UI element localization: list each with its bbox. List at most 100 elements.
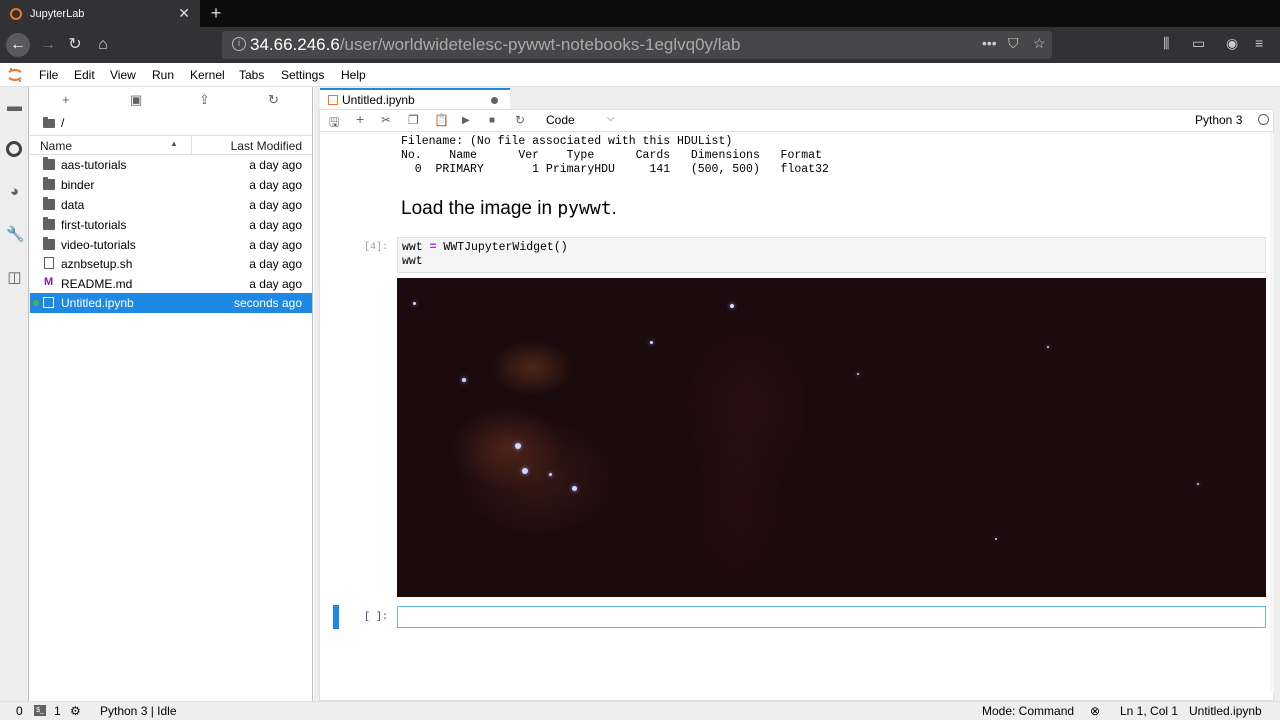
menu-run[interactable]: Run [152, 68, 174, 82]
jupyter-favicon-icon [10, 7, 22, 20]
star [995, 538, 997, 540]
run-icon[interactable]: ▶ [462, 115, 470, 126]
stop-icon[interactable]: ■ [489, 115, 495, 126]
running-sessions-icon[interactable] [6, 141, 22, 157]
input-prompt: [4]: [364, 242, 389, 253]
breadcrumb[interactable]: / [43, 116, 64, 130]
sort-ascending-icon: ▲ [170, 139, 178, 148]
file-row-untitled-notebook[interactable]: Untitled.ipynb seconds ago [30, 293, 312, 313]
menu-kernel[interactable]: Kernel [190, 68, 225, 82]
browser-tab[interactable]: JupyterLab ✕ [0, 0, 200, 27]
file-modified: a day ago [249, 277, 302, 291]
file-row-data[interactable]: data a day ago [30, 195, 312, 215]
star [1197, 483, 1199, 485]
notebook-scrollbar[interactable] [1270, 133, 1274, 693]
palette-icon[interactable]: ◕ [6, 183, 23, 200]
file-row-aznbsetup[interactable]: aznbsetup.sh a day ago [30, 254, 312, 274]
column-header-last-modified[interactable]: Last Modified [231, 139, 302, 153]
browser-tab-title: JupyterLab [30, 7, 85, 20]
star [549, 473, 552, 476]
tab-untitled-notebook[interactable]: Untitled.ipynb [320, 88, 510, 109]
kernel-status-text[interactable]: Python 3 | Idle [100, 704, 177, 718]
new-launcher-icon[interactable]: + [62, 92, 70, 107]
url-bar[interactable]: 34.66.246.6/user/worldwidetelesc-pywwt-n… [222, 31, 1052, 59]
forward-button[interactable]: → [36, 33, 60, 57]
bug-icon[interactable]: ⊗ [1090, 704, 1100, 718]
file-row-first-tutorials[interactable]: first-tutorials a day ago [30, 215, 312, 235]
file-row-readme[interactable]: M README.md a day ago [30, 274, 312, 294]
close-icon[interactable]: ✕ [178, 5, 190, 22]
sidebar-icon[interactable]: ▭ [1192, 35, 1205, 52]
star [515, 443, 521, 449]
output-line: 0 PRIMARY 1 PrimaryHDU 141 (500, 500) fl… [401, 163, 829, 176]
code-line-1: wwt = WWTJupyterWidget() [402, 241, 568, 255]
file-modified: a day ago [249, 238, 302, 252]
home-button[interactable]: ⌂ [91, 33, 115, 57]
hamburger-menu-icon[interactable]: ≡ [1255, 35, 1263, 51]
left-sidebar-tabs [0, 87, 29, 701]
folder-icon [43, 117, 55, 128]
heading-text: Load the image in [401, 198, 558, 219]
terminal-icon[interactable]: $_ [34, 705, 46, 716]
paste-icon[interactable]: 📋 [434, 113, 449, 127]
markdown-heading: Load the image in pywwt. [401, 198, 617, 220]
cut-icon[interactable]: ✂ [381, 113, 391, 127]
file-row-binder[interactable]: binder a day ago [30, 175, 312, 195]
chevron-down-icon[interactable]: ⌵ [607, 113, 615, 124]
upload-icon[interactable]: ⇪ [199, 92, 210, 108]
save-icon[interactable]: 🖫 [329, 113, 339, 134]
menu-view[interactable]: View [110, 68, 136, 82]
folder-icon [43, 177, 55, 190]
library-icon[interactable]: ⫼ [1163, 35, 1169, 52]
notebook-icon [43, 297, 54, 308]
file-modified: a day ago [249, 198, 302, 212]
tabs-icon[interactable]: ◫ [6, 268, 23, 286]
folder-icon [43, 217, 55, 230]
reload-button[interactable]: ↻ [63, 33, 87, 57]
back-button[interactable]: ← [6, 33, 30, 57]
unsaved-dot-icon[interactable] [491, 97, 498, 104]
gear-icon[interactable]: ⚙ [70, 704, 81, 718]
file-list-header: Name ▲ Last Modified [30, 135, 312, 155]
code-text[interactable]: wwt = WWTJupyterWidget() wwt [402, 241, 568, 269]
new-tab-button[interactable]: + [205, 2, 227, 24]
code-cell-editor[interactable] [397, 606, 1266, 628]
terminal-count[interactable]: 0 [16, 704, 23, 718]
code-token: wwt [402, 241, 430, 254]
menu-file[interactable]: File [39, 68, 58, 82]
pocket-icon[interactable]: ⛉ [1008, 35, 1019, 52]
file-icon [44, 257, 54, 269]
new-folder-icon[interactable]: ▣ [130, 92, 142, 108]
insert-cell-icon[interactable]: + [356, 111, 364, 127]
file-row-aas-tutorials[interactable]: aas-tutorials a day ago [30, 155, 312, 175]
cursor-position[interactable]: Ln 1, Col 1 [1120, 704, 1178, 718]
folder-icon[interactable]: ▬ [6, 98, 23, 115]
refresh-icon[interactable]: ↻ [268, 92, 279, 108]
more-icon[interactable]: ••• [982, 35, 997, 51]
star [462, 378, 466, 382]
menu-settings[interactable]: Settings [281, 68, 324, 82]
file-row-video-tutorials[interactable]: video-tutorials a day ago [30, 235, 312, 255]
file-name: Untitled.ipynb [61, 296, 134, 310]
account-icon[interactable]: ◉ [1226, 35, 1238, 52]
wwt-widget-view[interactable] [397, 278, 1266, 597]
file-name: video-tutorials [61, 238, 136, 252]
menu-tabs[interactable]: Tabs [239, 68, 264, 82]
menu-edit[interactable]: Edit [74, 68, 95, 82]
cell-type-select[interactable]: Code [546, 113, 575, 127]
copy-icon[interactable]: ❐ [408, 113, 419, 127]
notebook-icon [328, 95, 338, 105]
wrench-icon[interactable]: 🔧 [6, 225, 25, 243]
code-line-2: wwt [402, 255, 423, 268]
kernel-name[interactable]: Python 3 [1195, 113, 1242, 127]
bookmark-star-icon[interactable]: ☆ [1033, 35, 1046, 52]
breadcrumb-root[interactable]: / [61, 116, 64, 130]
info-icon[interactable]: i [232, 37, 246, 51]
kernel-count[interactable]: 1 [54, 704, 61, 718]
file-modified: seconds ago [233, 296, 302, 310]
menu-help[interactable]: Help [341, 68, 366, 82]
restart-icon[interactable]: ↻ [515, 113, 525, 127]
column-divider[interactable] [191, 136, 192, 154]
column-header-name[interactable]: Name [40, 139, 72, 153]
heading-code: pywwt [557, 198, 612, 219]
